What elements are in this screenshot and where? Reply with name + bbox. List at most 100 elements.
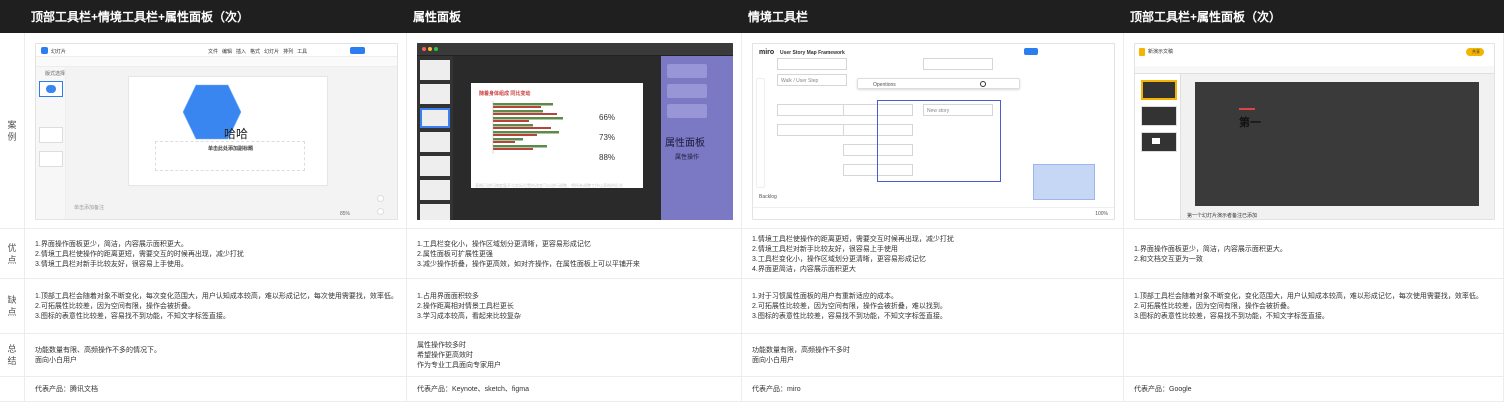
pros-cell-3: 1.情境工具栏使操作的距离更短，需要交互时候再出现，减少打扰 2.情境工具栏对新… <box>742 229 1124 279</box>
product-cell-2: 代表产品：Keynote、sketch、figma <box>407 377 742 402</box>
sticky-note[interactable]: Walk / User Step <box>777 74 847 86</box>
slide-title-text[interactable]: 哈哈 <box>224 125 248 142</box>
pros-cell-4: 1.界面操作面板更少，简洁，内容展示面积更大。 2.和文档交互更为一致 <box>1124 229 1504 279</box>
inspector-swatch-1[interactable] <box>667 64 707 78</box>
summary-cell-1: 功能数量有限、高频操作不多的情况下。 面向小白用户 <box>25 334 407 377</box>
miro-screenshot: miro User Story Map Framework Walk / Use… <box>752 43 1115 220</box>
share-button[interactable]: 共享 <box>1466 48 1484 56</box>
app-logo-icon <box>41 47 48 54</box>
header-corner <box>0 0 25 33</box>
share-button[interactable] <box>350 47 365 54</box>
stat-1: 66% <box>599 113 616 122</box>
slide-thumb-2[interactable] <box>39 127 63 143</box>
zoom-level[interactable]: 100% <box>1095 211 1108 217</box>
cons-cell-4: 1.顶部工具栏会随着对象不断变化，变化范围大，用户认知成本较高，难以形成记忆，每… <box>1124 279 1504 334</box>
minimize-icon <box>428 47 432 51</box>
backlog-label: Backlog <box>759 194 777 200</box>
product-cell-3: 代表产品：miro <box>742 377 1124 402</box>
doc-title[interactable]: 新演示文稿 <box>1148 48 1173 55</box>
layout-button[interactable]: 版式选择 <box>45 70 65 77</box>
slide-thumb-1[interactable] <box>39 81 63 97</box>
slide-thumbnails: 版式选择 <box>36 67 66 219</box>
share-button[interactable] <box>1024 48 1038 55</box>
sticky-note[interactable] <box>923 58 993 70</box>
pros-cell-2: 1.工具栏变化小，操作区域划分更清晰，更容易形成记忆 2.属性面板可扩展性更强 … <box>407 229 742 279</box>
close-icon <box>422 47 426 51</box>
nav-slide-2[interactable] <box>420 84 450 104</box>
menu-bar[interactable]: 文件 编辑 插入 格式 幻灯片 排列 工具 <box>208 48 311 55</box>
keynote-inspector-panel: 属性面板 属性操作 <box>661 56 733 220</box>
nav-slide-6[interactable] <box>420 180 450 200</box>
menu-item[interactable]: 插入 <box>236 49 246 55</box>
slides-logo-icon <box>1139 48 1145 56</box>
chart-title: 随着身体组成 同比变动 <box>479 91 531 97</box>
subtitle-placeholder[interactable]: 单击此处添加副标题 <box>155 141 305 171</box>
context-toolbar[interactable]: Opentions <box>857 78 1020 89</box>
case-image-2: 随着身体组成 同比变动 66% 73% 88% 表格已进行跨度展开与实际位置的改… <box>407 33 742 229</box>
sticky-note[interactable] <box>777 124 847 136</box>
cons-cell-3: 1.对于习惯属性面板的用户有重新适应的成本。 2.可拓展性比较差，因为空间有限，… <box>742 279 1124 334</box>
zoom-level[interactable]: 85% <box>340 211 350 217</box>
film-slide-2[interactable] <box>1141 106 1177 126</box>
row-label-summary: 总结 <box>0 334 25 377</box>
thumb-shape <box>46 85 56 93</box>
inspector-subtitle: 属性操作 <box>675 155 700 161</box>
menu-item[interactable]: 排列 <box>283 49 293 55</box>
slide-thumb-3[interactable] <box>39 151 63 167</box>
product-cell-4: 代表产品：Google <box>1124 377 1504 402</box>
row-label-case: 案例 <box>0 33 25 229</box>
menu-item[interactable]: 文件 <box>208 49 218 55</box>
context-dropdown[interactable]: Opentions <box>873 82 896 88</box>
nav-slide-3[interactable] <box>420 108 450 128</box>
toolbar <box>36 57 397 67</box>
inspector-swatch-2[interactable] <box>667 84 707 98</box>
keynote-slide[interactable]: 随着身体组成 同比变动 66% 73% 88% <box>471 83 643 188</box>
help-icon[interactable] <box>377 195 384 202</box>
slide-caption: 表格已进行跨度展开与实际位置的改变可以进行调整，将所有调整工作以表格的形式 <box>475 183 623 188</box>
header-col-1: 顶部工具栏+情境工具栏+属性面板（次） <box>25 0 407 33</box>
filmstrip <box>1135 74 1181 219</box>
menu-item[interactable]: 幻灯片 <box>264 49 279 55</box>
menu-item[interactable]: 格式 <box>250 49 260 55</box>
google-slide-canvas[interactable]: 第一 <box>1195 82 1479 206</box>
stat-3: 88% <box>599 153 616 162</box>
title-accent <box>1239 108 1255 110</box>
slide-navigator <box>417 56 453 220</box>
case-image-3: miro User Story Map Framework Walk / Use… <box>742 33 1124 229</box>
sticky-text: Walk / User Step <box>781 78 819 84</box>
google-slides-screenshot: 新演示文稿 共享 第一 第一个幻灯片演示者备注已添加 <box>1134 43 1495 220</box>
film-slide-1[interactable] <box>1141 80 1177 100</box>
nav-slide-1[interactable] <box>420 60 450 80</box>
menu-item[interactable]: 工具 <box>297 49 307 55</box>
sticky-note[interactable] <box>777 58 847 70</box>
selection-frame[interactable] <box>877 100 1001 182</box>
settings-icon[interactable] <box>377 208 384 215</box>
inspector-swatch-3[interactable] <box>667 104 707 118</box>
comparison-table: 顶部工具栏+情境工具栏+属性面板（次） 属性面板 情境工具栏 顶部工具栏+属性面… <box>0 0 1504 402</box>
row-label-cons: 缺点 <box>0 279 25 334</box>
miro-logo: miro <box>759 49 775 56</box>
cons-cell-1: 1.顶部工具栏会随着对象不断变化，每次变化范围大，用户认知成本较高，难以形成记忆… <box>25 279 407 334</box>
top-bar: 幻灯片 文件 编辑 插入 格式 幻灯片 排列 工具 <box>36 44 397 57</box>
slide-canvas[interactable]: 哈哈 单击此处添加副标题 <box>128 76 328 186</box>
nav-slide-7[interactable] <box>420 204 450 220</box>
notes-placeholder[interactable]: 单击添加备注 <box>74 204 104 211</box>
keynote-toolbar <box>417 43 733 56</box>
google-toolbar <box>1135 66 1494 74</box>
miro-left-toolbar[interactable] <box>756 78 765 188</box>
board-title[interactable]: User Story Map Framework <box>780 50 845 56</box>
maximize-icon <box>434 47 438 51</box>
summary-cell-3: 功能数量有限，高频操作不多时 面向小白用户 <box>742 334 1124 377</box>
film-slide-3[interactable] <box>1141 132 1177 152</box>
circle-icon[interactable] <box>980 81 986 87</box>
summary-cell-4 <box>1124 334 1504 377</box>
app-name: 幻灯片 <box>51 49 67 55</box>
sticky-note[interactable] <box>777 104 847 116</box>
speaker-notes[interactable]: 第一个幻灯片演示者备注已添加 <box>1187 212 1257 219</box>
case-image-4: 新演示文稿 共享 第一 第一个幻灯片演示者备注已添加 <box>1124 33 1504 229</box>
nav-slide-5[interactable] <box>420 156 450 176</box>
menu-item[interactable]: 编辑 <box>222 49 232 55</box>
nav-slide-4[interactable] <box>420 132 450 152</box>
bar-chart[interactable] <box>479 99 589 161</box>
minimap[interactable] <box>1033 164 1095 200</box>
